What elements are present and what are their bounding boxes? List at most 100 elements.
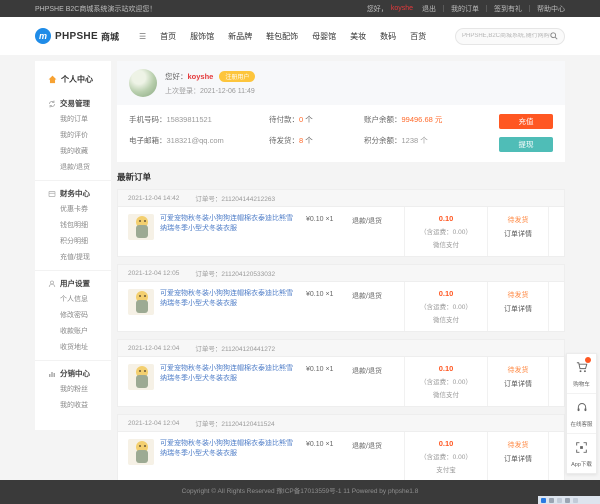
nav-clothing[interactable]: 服饰馆 xyxy=(190,31,214,42)
headset-icon xyxy=(576,402,588,413)
order-product-cell: 可爱宠物秋冬装小狗狗连帽棉衣泰迪比熊雪纳瑞冬季小型犬冬装衣服 xyxy=(118,207,306,256)
nav-home[interactable]: 首页 xyxy=(160,31,176,42)
topbar-username[interactable]: koyshe xyxy=(391,5,413,12)
order-freight: （含运费：0.00） xyxy=(407,376,485,386)
pay-method: 微信支付 xyxy=(407,314,485,324)
sidebar-section-user-settings: 用户设置 个人信息 修改密码 收款账户 收货地址 xyxy=(35,270,111,360)
order-date: 2021-12-04 12:04 xyxy=(128,420,179,427)
order-number: 订单号：211204120533032 xyxy=(195,268,275,278)
sidebar-item-refund-return[interactable]: 退款/退货 xyxy=(35,160,111,176)
finance-icon xyxy=(48,190,56,198)
nav-shoes-bags[interactable]: 鞋包配饰 xyxy=(266,31,298,42)
sidebar-item-my-favorites[interactable]: 我的收藏 xyxy=(35,144,111,160)
sidebar: 个人中心 交易管理 我的订单 我的评价 我的收藏 退款/退货 xyxy=(35,61,111,430)
order-extra-cell xyxy=(548,357,564,406)
topbar-link-my-orders[interactable]: 我的订单 xyxy=(451,4,479,14)
product-title-link[interactable]: 可爱宠物秋冬装小狗狗连帽棉衣泰迪比熊雪纳瑞冬季小型犬冬装衣服 xyxy=(160,439,298,474)
nav-new-brand[interactable]: 新品牌 xyxy=(228,31,252,42)
product-image[interactable] xyxy=(128,289,154,315)
last-login: 上次登录：2021-12-06 11:49 xyxy=(165,86,255,96)
nav-digital[interactable]: 数码 xyxy=(380,31,396,42)
taskbar-tray-icon xyxy=(549,498,554,503)
order-detail-link[interactable]: 订单详情 xyxy=(490,454,546,464)
topbar-welcome: PHPSHE B2C商城系统演示站欢迎您！ xyxy=(35,4,156,14)
order-amount: 0.10 xyxy=(407,364,485,373)
user-level-badge: 注册用户 xyxy=(219,71,255,82)
sidebar-item-my-orders[interactable]: 我的订单 xyxy=(35,112,111,128)
product-title-link[interactable]: 可爱宠物秋冬装小狗狗连帽棉衣泰迪比熊雪纳瑞冬季小型犬冬装衣服 xyxy=(160,214,298,249)
order-extra-cell xyxy=(548,282,564,331)
trade-icon xyxy=(48,100,56,108)
menu-icon[interactable]: ☰ xyxy=(139,32,146,41)
sidebar-item-recharge-withdraw[interactable]: 充值/提现 xyxy=(35,250,111,266)
logout-link[interactable]: 退出 xyxy=(422,4,436,14)
sidebar-item-user-center[interactable]: 个人中心 xyxy=(35,71,111,91)
main-nav: ☰ 首页 服饰馆 新品牌 鞋包配饰 母婴馆 美妆 数码 百货 xyxy=(139,31,426,42)
topbar-link-signin-gift[interactable]: 签到有礼 xyxy=(494,4,522,14)
divider xyxy=(529,5,530,12)
order-card: 2021-12-04 12:05 订单号：211204120533032 可爱宠… xyxy=(117,264,565,332)
nav-general[interactable]: 百货 xyxy=(410,31,426,42)
sidebar-section-finance: 财务中心 优惠卡券 钱包明细 积分明细 充值/提现 xyxy=(35,180,111,270)
order-date: 2021-12-04 12:04 xyxy=(128,345,179,352)
product-image[interactable] xyxy=(128,439,154,465)
avatar[interactable] xyxy=(129,69,157,97)
search-input[interactable] xyxy=(462,33,550,39)
sidebar-item-my-fans[interactable]: 我的粉丝 xyxy=(35,382,111,398)
order-detail-link[interactable]: 订单详情 xyxy=(490,229,546,239)
order-price: ¥0.10 ×1 xyxy=(306,282,352,331)
sidebar-item-profile-info[interactable]: 个人信息 xyxy=(35,292,111,308)
email-value: 318321@qq.com xyxy=(167,136,224,145)
refund-return-link[interactable]: 退款/退货 xyxy=(352,432,404,481)
divider xyxy=(486,5,487,12)
order-status-cell: 待发货 订单详情 xyxy=(488,357,548,406)
order-pay-cell: 0.10 （含运费：0.00） 微信支付 xyxy=(404,207,488,256)
app-download-button[interactable]: App下载 xyxy=(567,433,596,473)
product-image[interactable] xyxy=(128,364,154,390)
profile-username: koyshe xyxy=(188,72,214,81)
profile-header: 您好： koyshe 注册用户 上次登录：2021-12-06 11:49 xyxy=(117,61,565,105)
order-list: 2021-12-04 14:42 订单号：211204144212263 可爱宠… xyxy=(117,189,565,504)
topbar-link-help-center[interactable]: 帮助中心 xyxy=(537,4,565,14)
order-date: 2021-12-04 14:42 xyxy=(128,195,179,202)
sidebar-item-wallet-detail[interactable]: 钱包明细 xyxy=(35,218,111,234)
cart-button[interactable]: 购物车 xyxy=(567,354,596,393)
sidebar-item-my-reviews[interactable]: 我的评价 xyxy=(35,128,111,144)
refund-return-link[interactable]: 退款/退货 xyxy=(352,207,404,256)
user-icon xyxy=(48,280,56,288)
sidebar-item-points-detail[interactable]: 积分明细 xyxy=(35,234,111,250)
order-detail-link[interactable]: 订单详情 xyxy=(490,304,546,314)
online-service-button[interactable]: 在线客服 xyxy=(567,393,596,433)
phone-value: 15839811521 xyxy=(167,115,212,124)
withdraw-button[interactable]: 提现 xyxy=(499,137,553,152)
sidebar-item-coupons[interactable]: 优惠卡券 xyxy=(35,202,111,218)
search-icon[interactable] xyxy=(550,32,558,40)
product-title-link[interactable]: 可爱宠物秋冬装小狗狗连帽棉衣泰迪比熊雪纳瑞冬季小型犬冬装衣服 xyxy=(160,289,298,324)
nav-mother-baby[interactable]: 母婴馆 xyxy=(312,31,336,42)
pay-method: 支付宝 xyxy=(407,464,485,474)
order-amount: 0.10 xyxy=(407,289,485,298)
product-title-link[interactable]: 可爱宠物秋冬装小狗狗连帽棉衣泰迪比熊雪纳瑞冬季小型犬冬装衣服 xyxy=(160,364,298,399)
order-header: 2021-12-04 14:42 订单号：211204144212263 xyxy=(118,190,564,207)
taskbar-tray-icon xyxy=(573,498,578,503)
refund-return-link[interactable]: 退款/退货 xyxy=(352,357,404,406)
sidebar-item-payment-account[interactable]: 收款账户 xyxy=(35,324,111,340)
order-card: 2021-12-04 12:04 订单号：211204120441272 可爱宠… xyxy=(117,339,565,407)
sidebar-item-change-password[interactable]: 修改密码 xyxy=(35,308,111,324)
product-image[interactable] xyxy=(128,214,154,240)
site-logo[interactable]: m PHPSHE 商城 xyxy=(35,28,119,44)
recharge-button[interactable]: 充值 xyxy=(499,114,553,129)
refund-return-link[interactable]: 退款/退货 xyxy=(352,282,404,331)
nav-beauty[interactable]: 美妆 xyxy=(350,31,366,42)
order-number: 订单号：211204120441272 xyxy=(195,343,275,353)
sidebar-item-shipping-address[interactable]: 收货地址 xyxy=(35,340,111,356)
order-detail-link[interactable]: 订单详情 xyxy=(490,379,546,389)
order-number: 订单号：211204120411524 xyxy=(195,418,274,428)
home-icon xyxy=(48,75,57,84)
sidebar-item-my-earnings[interactable]: 我的收益 xyxy=(35,398,111,414)
order-status: 待发货 xyxy=(490,215,546,225)
order-freight: （含运费：0.00） xyxy=(407,301,485,311)
logo-text: PHPSHE xyxy=(55,31,98,42)
order-status-cell: 待发货 订单详情 xyxy=(488,282,548,331)
order-pay-cell: 0.10 （含运费：0.00） 支付宝 xyxy=(404,432,488,481)
